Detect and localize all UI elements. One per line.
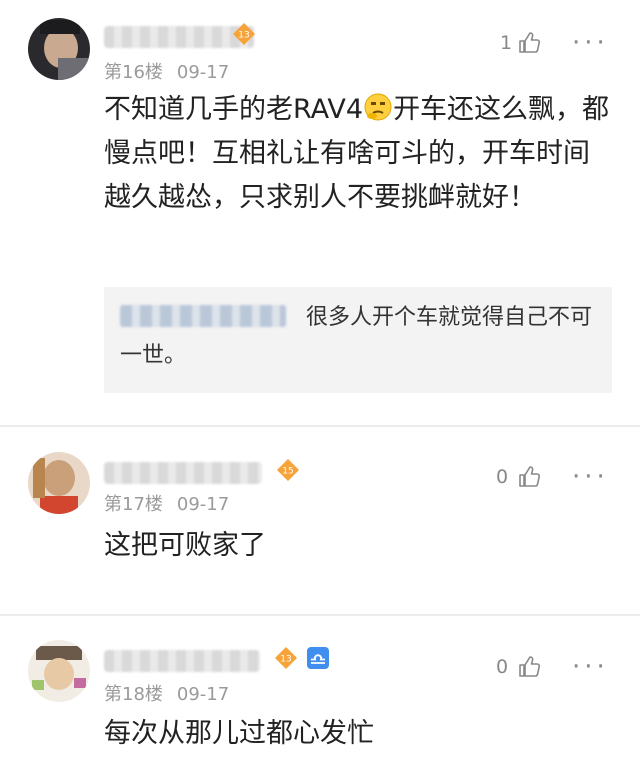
divider (0, 425, 640, 427)
level-badge-icon: 13 (233, 23, 255, 45)
more-icon[interactable]: ··· (572, 654, 609, 680)
thumbs-up-icon[interactable] (516, 654, 542, 680)
comment-date: 09-17 (176, 494, 230, 515)
username-blurred[interactable] (104, 462, 262, 484)
comment-date: 09-17 (176, 684, 230, 705)
svg-text:13: 13 (280, 655, 291, 665)
avatar[interactable] (28, 640, 90, 702)
thumbs-up-icon[interactable] (516, 464, 542, 490)
floor-and-date: 第18楼 09-17 (104, 680, 229, 706)
comment-text: 每次从那儿过都心发忙 (104, 718, 374, 749)
floor-and-date: 第17楼 09-17 (104, 490, 229, 516)
thinking-emoji-icon (364, 93, 392, 121)
floor-label: 第17楼 (104, 494, 163, 515)
reply-text: 很多人开个车就觉得自己不可一世。 (120, 305, 593, 368)
svg-text:13: 13 (238, 31, 249, 41)
divider (0, 614, 640, 616)
floor-label: 第18楼 (104, 684, 163, 705)
floor-and-date: 第16楼 09-17 (104, 58, 229, 84)
comment-date: 09-17 (176, 62, 230, 83)
like-count: 0 (496, 656, 509, 678)
level-badge-icon: 13 (275, 647, 297, 669)
avatar[interactable] (28, 18, 90, 80)
username-blurred[interactable] (104, 650, 260, 672)
reply-quote[interactable]: 很多人开个车就觉得自己不可一世。 (104, 287, 612, 393)
like-count: 1 (500, 32, 513, 54)
comment-text: 这把可败家了 (104, 530, 266, 561)
level-badge-icon: 15 (277, 459, 299, 481)
floor-label: 第16楼 (104, 62, 163, 83)
comment-text-part-1: 不知道几手的老RAV4 (104, 94, 364, 125)
libra-zodiac-icon (307, 647, 329, 669)
like-count: 0 (496, 466, 509, 488)
more-icon[interactable]: ··· (572, 464, 609, 490)
svg-text:15: 15 (282, 467, 293, 477)
avatar[interactable] (28, 452, 90, 514)
more-icon[interactable]: ··· (572, 30, 609, 56)
comment-text: 不知道几手的老RAV4 开车还这么飘，都慢点吧！互相礼让有啥可斗的，开车时间越久… (104, 88, 614, 220)
thumbs-up-icon[interactable] (516, 30, 542, 56)
